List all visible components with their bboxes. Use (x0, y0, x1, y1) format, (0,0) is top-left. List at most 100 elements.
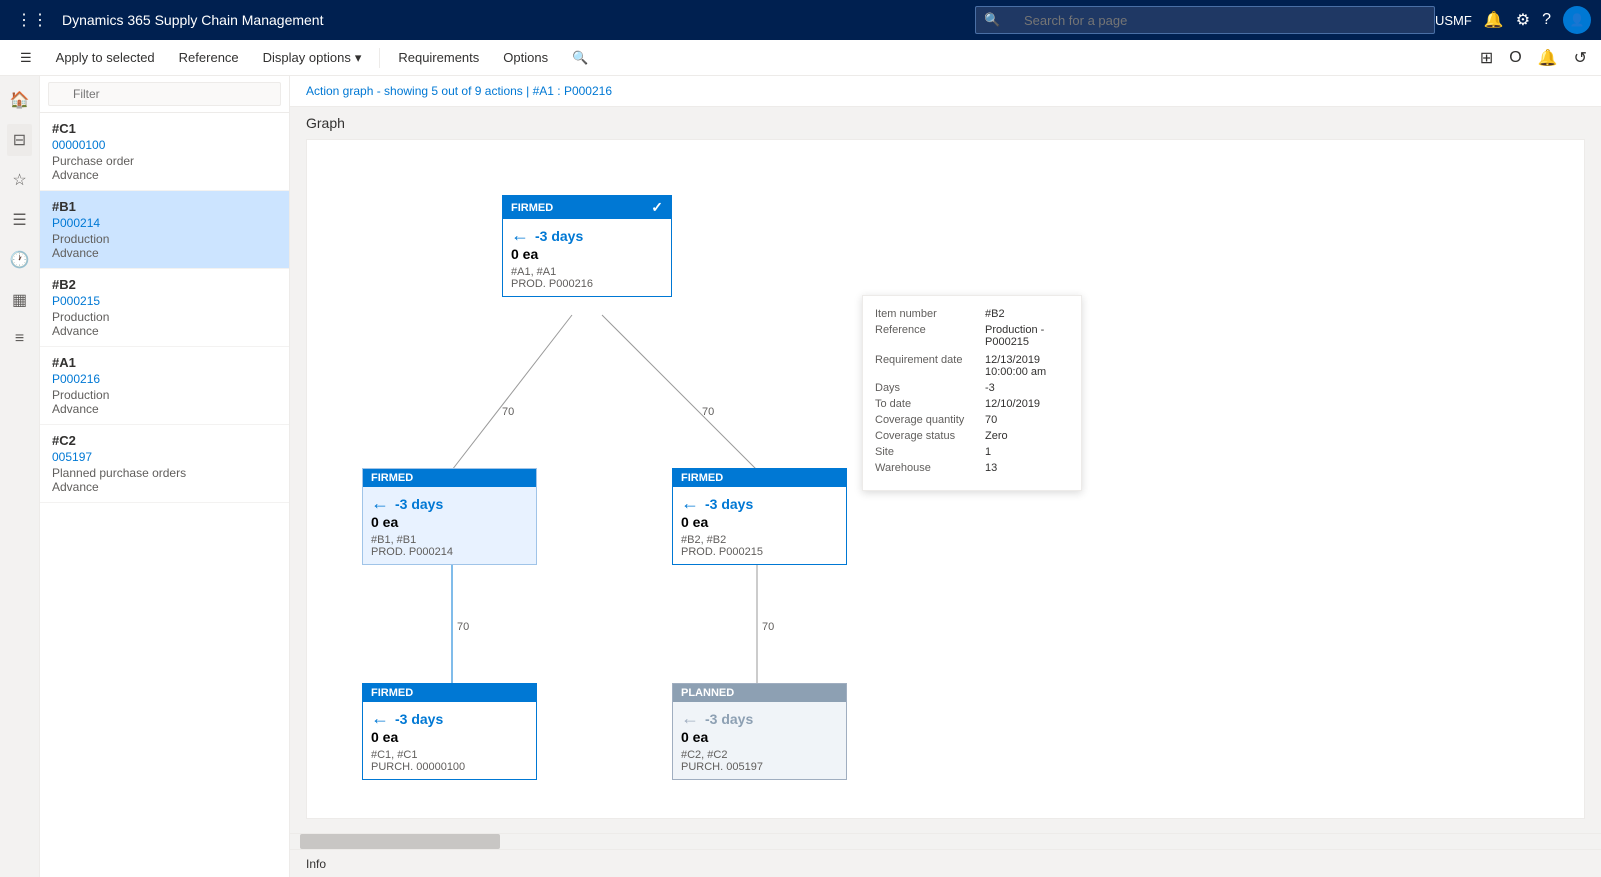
node-qty-top: 0 ea (511, 246, 663, 262)
action-bar-text: Action graph - showing 5 out of 9 action… (306, 84, 523, 98)
scrollbar-thumb[interactable] (300, 834, 500, 849)
graph-title: Graph (306, 115, 1585, 131)
node-header-mid-right: FIRMED (673, 469, 846, 487)
sidebar-home-button[interactable]: 🏠 (4, 84, 36, 116)
svg-text:70: 70 (457, 621, 469, 633)
action-bar: Action graph - showing 5 out of 9 action… (290, 76, 1601, 107)
node-qty-bot-right: 0 ea (681, 729, 838, 745)
node-prod-top: PROD. P000216 (511, 278, 663, 290)
item-id: #C1 (52, 121, 277, 136)
item-code: 00000100 (52, 138, 277, 152)
tooltip-warehouse-label: Warehouse (875, 462, 985, 474)
node-header-bot-right: PLANNED (673, 684, 846, 702)
arrow-icon-top: ← (511, 225, 529, 246)
sidebar-table-button[interactable]: ▦ (6, 284, 33, 316)
bell-icon[interactable]: 🔔 (1484, 10, 1504, 30)
tooltip-todate-label: To date (875, 398, 985, 410)
node-status-mid-left: FIRMED (371, 472, 413, 484)
tooltip-row-covstatus: Coverage status Zero (875, 430, 1069, 442)
item-id: #B1 (52, 199, 277, 214)
node-body-mid-left: ← -3 days 0 ea #B1, #B1 PROD. P000214 (363, 487, 536, 564)
item-code: P000214 (52, 216, 277, 230)
node-days-bot-left: ← -3 days (371, 708, 528, 729)
node-days-mid-left: ← -3 days (371, 493, 528, 514)
node-header-top: FIRMED ✓ (503, 196, 671, 219)
node-status-top: FIRMED (511, 202, 553, 214)
search-toolbar-button[interactable]: 🔍 (562, 44, 598, 72)
filter-input[interactable] (48, 82, 281, 106)
info-label: Info (306, 857, 326, 871)
item-tag: Advance (52, 480, 277, 494)
graph-node-bot-left[interactable]: FIRMED ← -3 days 0 ea #C1, #C1 PURCH. 00… (362, 683, 537, 780)
sidebar-clock-button[interactable]: 🕐 (4, 244, 36, 276)
nav-right-icons: USMF 🔔 ⚙ ? 👤 (1435, 6, 1591, 34)
sidebar-filter-button[interactable]: ⊟ (7, 124, 32, 156)
requirements-button[interactable]: Requirements (388, 44, 489, 72)
node-body-mid-right: ← -3 days 0 ea #B2, #B2 PROD. P000215 (673, 487, 846, 564)
node-status-bot-left: FIRMED (371, 687, 413, 699)
node-days-text-mid-left: -3 days (395, 496, 443, 512)
arrow-icon-bot-left: ← (371, 708, 389, 729)
node-prod-mid-left: PROD. P000214 (371, 546, 528, 558)
avatar-icon[interactable]: 👤 (1563, 6, 1591, 34)
node-ref-mid-right: #B2, #B2 (681, 534, 838, 546)
help-icon[interactable]: ? (1542, 11, 1551, 29)
node-body-top: ← -3 days 0 ea #A1, #A1 PROD. P000216 (503, 219, 671, 296)
main-content: Action graph - showing 5 out of 9 action… (290, 76, 1601, 877)
tooltip-covstatus-label: Coverage status (875, 430, 985, 442)
hamburger-button[interactable]: ☰ (10, 44, 42, 72)
compare-icon-button[interactable]: ⊞ (1476, 44, 1497, 72)
options-button[interactable]: Options (493, 44, 558, 72)
scrollbar-area[interactable] (290, 833, 1601, 849)
checkmark-top: ✓ (651, 199, 663, 216)
list-item[interactable]: #B2 P000215 Production Advance (40, 269, 289, 347)
graph-node-mid-left[interactable]: FIRMED ← -3 days 0 ea #B1, #B1 PROD. P00… (362, 468, 537, 565)
sidebar-list-button[interactable]: ☰ (6, 204, 32, 236)
user-label: USMF (1435, 13, 1472, 28)
tooltip-row-ref: Reference Production - P000215 (875, 324, 1069, 348)
svg-text:70: 70 (502, 406, 514, 418)
search-input[interactable] (1004, 13, 1424, 28)
graph-node-top[interactable]: FIRMED ✓ ← -3 days 0 ea #A1, #A1 PROD. P… (502, 195, 672, 297)
action-bar-ref: #A1 : P000216 (533, 84, 612, 98)
tooltip-covqty-label: Coverage quantity (875, 414, 985, 426)
notification-icon-button[interactable]: 🔔 (1534, 44, 1562, 72)
list-item[interactable]: #C1 00000100 Purchase order Advance (40, 113, 289, 191)
node-days-text-top: -3 days (535, 228, 583, 244)
item-tag: Advance (52, 402, 277, 416)
tooltip-ref-label: Reference (875, 324, 985, 348)
tooltip-row-reqdate: Requirement date 12/13/2019 10:00:00 am (875, 354, 1069, 378)
sidebar-star-button[interactable]: ☆ (6, 164, 32, 196)
office-icon-button[interactable]: O (1505, 45, 1525, 71)
tooltip-popup: Item number #B2 Reference Production - P… (862, 295, 1082, 491)
sidebar-icons: 🏠 ⊟ ☆ ☰ 🕐 ▦ ≡ (0, 76, 40, 877)
list-item[interactable]: #C2 005197 Planned purchase orders Advan… (40, 425, 289, 503)
refresh-button[interactable]: ↺ (1570, 44, 1591, 72)
node-ref-mid-left: #B1, #B1 (371, 534, 528, 546)
display-options-button[interactable]: Display options ▾ (253, 44, 372, 72)
node-ref-bot-right: #C2, #C2 (681, 749, 838, 761)
node-days-text-mid-right: -3 days (705, 496, 753, 512)
sidebar-lines-button[interactable]: ≡ (9, 324, 30, 354)
tooltip-reqdate-value: 12/13/2019 10:00:00 am (985, 354, 1069, 378)
node-prod-bot-left: PURCH. 00000100 (371, 761, 528, 773)
tooltip-item-value: #B2 (985, 308, 1005, 320)
graph-node-mid-right[interactable]: FIRMED ← -3 days 0 ea #B2, #B2 PROD. P00… (672, 468, 847, 565)
node-ref-bot-left: #C1, #C1 (371, 749, 528, 761)
item-type: Production (52, 232, 277, 246)
graph-canvas[interactable]: 70 70 70 70 FIRMED ✓ (306, 139, 1585, 819)
nav-grid-button[interactable]: ⋮⋮ (10, 4, 54, 36)
svg-text:70: 70 (762, 621, 774, 633)
graph-node-bot-right[interactable]: PLANNED ← -3 days 0 ea #C2, #C2 PURCH. 0… (672, 683, 847, 780)
left-list: #C1 00000100 Purchase order Advance #B1 … (40, 113, 289, 877)
info-bar: Info (290, 849, 1601, 877)
reference-button[interactable]: Reference (169, 44, 249, 72)
search-bar[interactable]: 🔍 (975, 6, 1435, 34)
toolbar-right: ⊞ O 🔔 ↺ (1476, 44, 1591, 72)
apply-to-selected-button[interactable]: Apply to selected (46, 44, 165, 72)
tooltip-days-label: Days (875, 382, 985, 394)
node-status-bot-right: PLANNED (681, 687, 734, 699)
list-item[interactable]: #A1 P000216 Production Advance (40, 347, 289, 425)
settings-icon[interactable]: ⚙ (1516, 10, 1530, 30)
list-item[interactable]: #B1 P000214 Production Advance (40, 191, 289, 269)
